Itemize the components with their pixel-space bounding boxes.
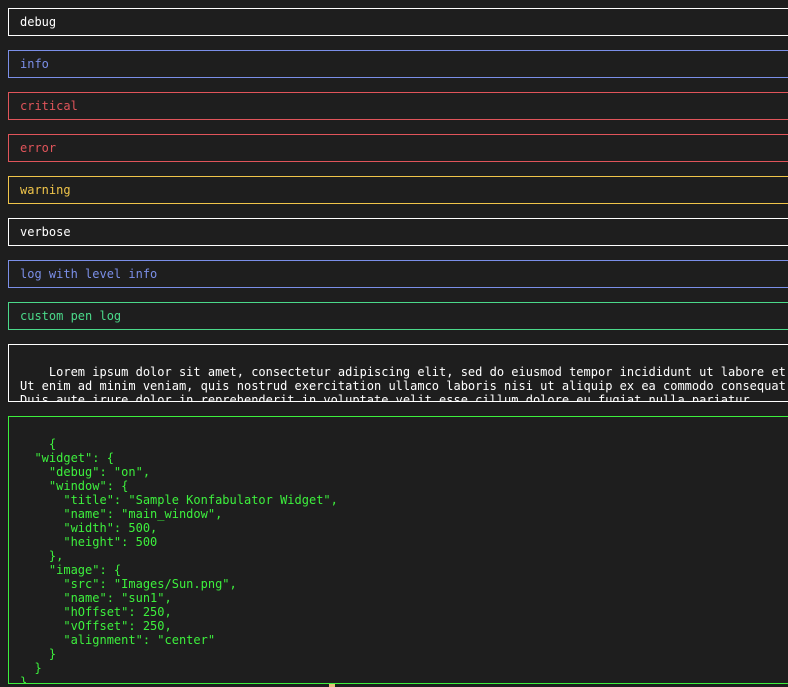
log-text: critical bbox=[20, 99, 78, 113]
log-line-debug: debug bbox=[8, 8, 788, 36]
lorem-block: Lorem ipsum dolor sit amet, consectetur … bbox=[8, 344, 788, 402]
log-text: error bbox=[20, 141, 57, 155]
log-text: info bbox=[20, 57, 49, 71]
log-line-level-info: log with level info bbox=[8, 260, 788, 288]
log-text: verbose bbox=[20, 225, 71, 239]
log-line-warning: warning bbox=[8, 176, 788, 204]
log-line-verbose: verbose bbox=[8, 218, 788, 246]
log-line-error: error bbox=[8, 134, 788, 162]
log-output: debug info critical error warning verbos… bbox=[8, 8, 788, 684]
json-text: { "widget": { "debug": "on", "window": {… bbox=[20, 437, 338, 684]
log-text: debug bbox=[20, 15, 57, 29]
log-text: custom pen log bbox=[20, 309, 122, 323]
json-block: { "widget": { "debug": "on", "window": {… bbox=[8, 416, 788, 684]
log-line-custom-pen: custom pen log bbox=[8, 302, 788, 330]
lorem-text: Lorem ipsum dolor sit amet, consectetur … bbox=[20, 365, 788, 402]
log-line-critical: critical bbox=[8, 92, 788, 120]
log-line-info: info bbox=[8, 50, 788, 78]
log-text: warning bbox=[20, 183, 71, 197]
log-text: log with level info bbox=[20, 267, 158, 281]
